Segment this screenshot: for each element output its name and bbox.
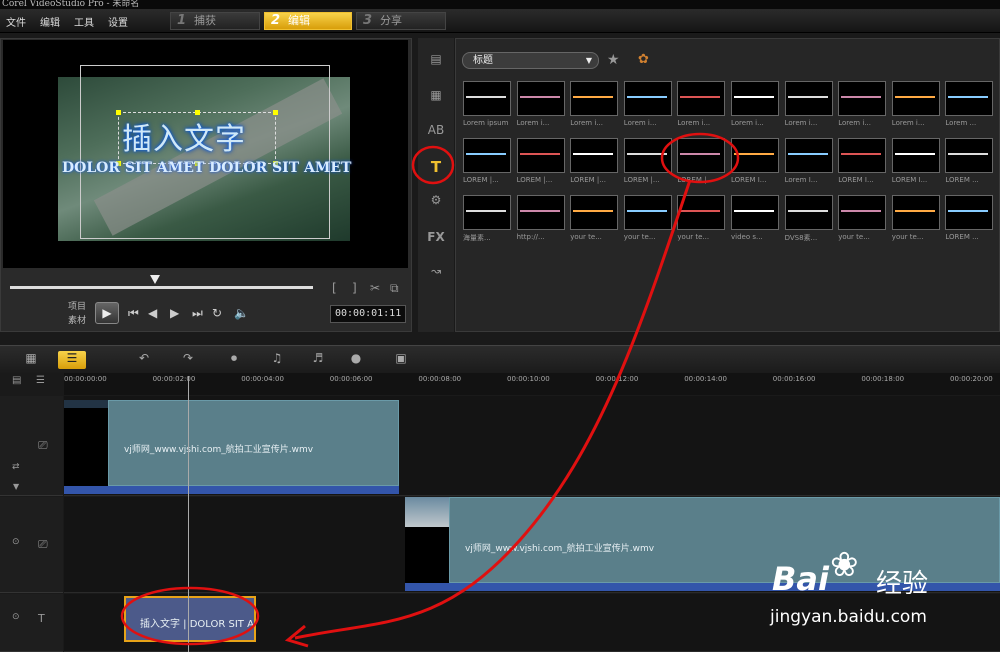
annotation-circle-title-clip bbox=[120, 586, 260, 646]
annotation-circle-title-icon bbox=[411, 145, 455, 185]
watermark-url: jingyan.baidu.com bbox=[770, 607, 927, 627]
watermark-brand2: 经验 bbox=[876, 569, 929, 599]
annotation-circle-template bbox=[660, 132, 740, 184]
annotation-arrow bbox=[294, 179, 692, 640]
watermark-brand: Bai bbox=[772, 560, 829, 598]
paw-icon: ❀ bbox=[830, 545, 859, 585]
baidu-watermark: Bai ❀ 经验 jingyan.baidu.com bbox=[770, 545, 1000, 652]
